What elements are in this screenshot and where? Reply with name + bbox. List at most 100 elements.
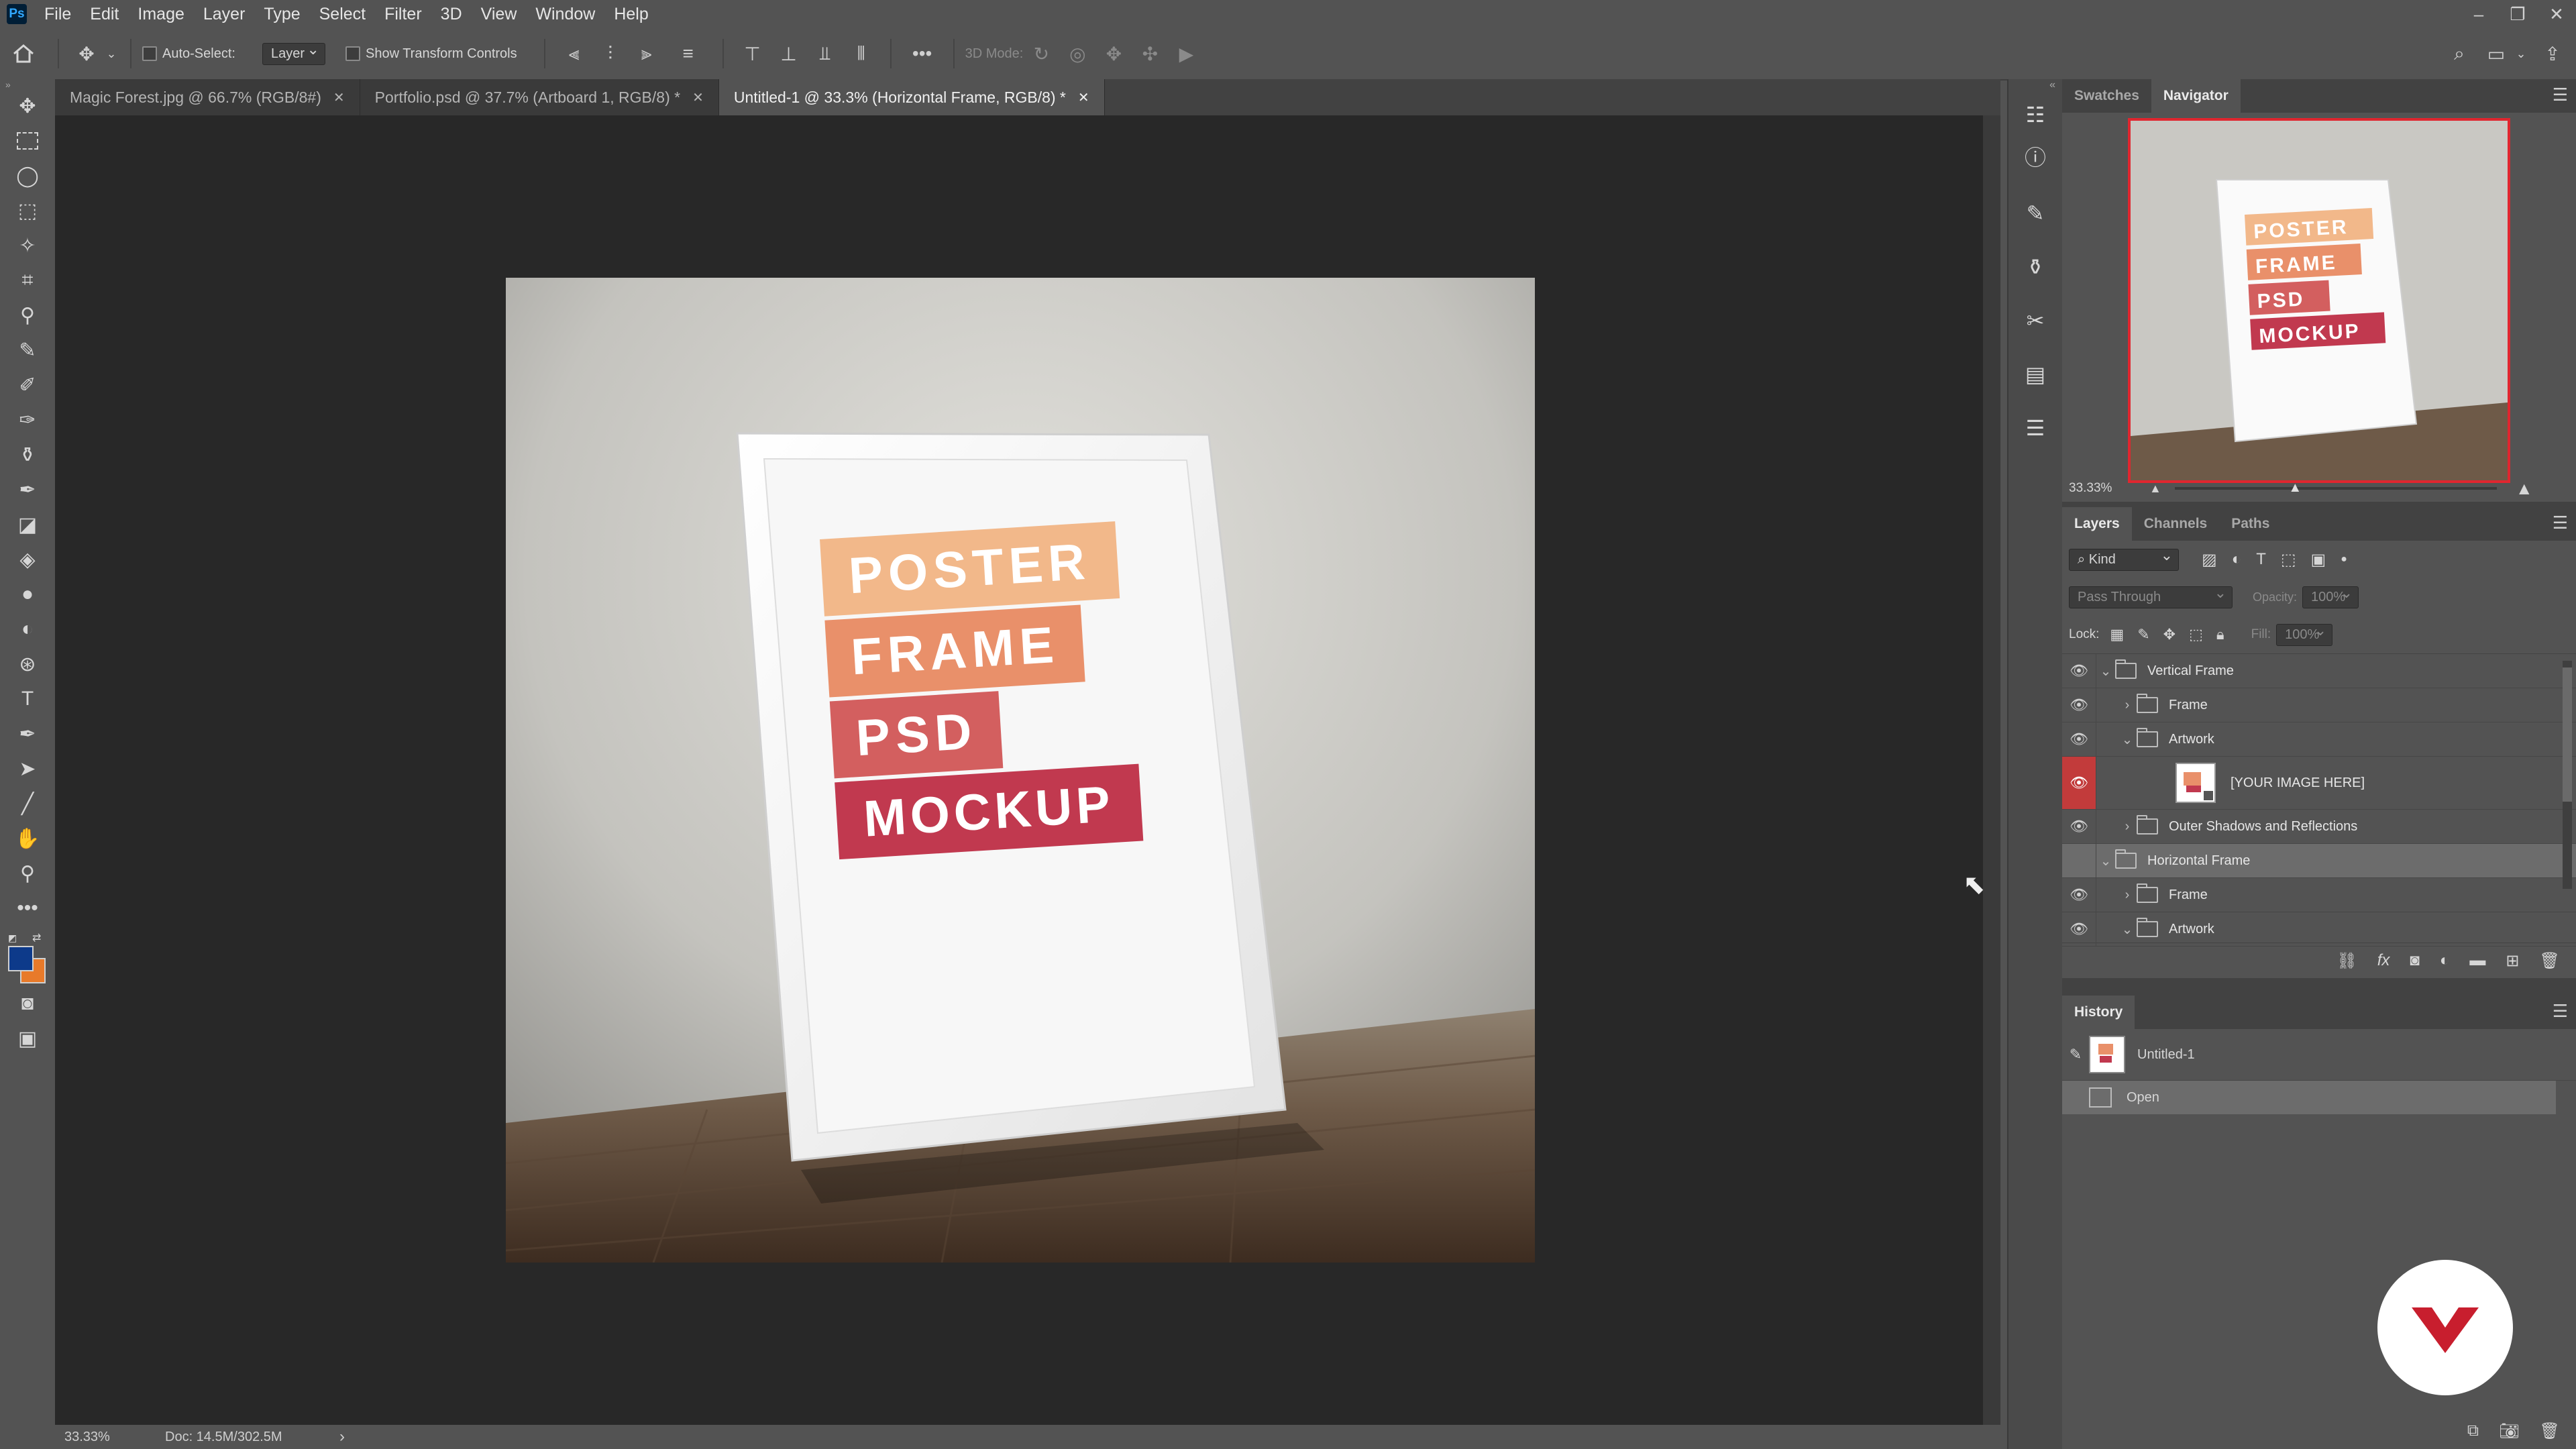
visibility-eye-icon[interactable]: 👁︎ xyxy=(2062,912,2096,946)
expand-chevron-icon[interactable]: ⌄ xyxy=(2118,731,2137,748)
add-mask-icon[interactable]: ◙ xyxy=(2410,951,2420,970)
lock-pixels-icon[interactable]: ✎ xyxy=(2137,626,2149,643)
layers-scroll-thumb[interactable] xyxy=(2563,667,2572,802)
home-icon[interactable] xyxy=(0,44,47,64)
visibility-eye-icon[interactable]: 👁︎ xyxy=(2062,722,2096,756)
fill-input[interactable]: 100% xyxy=(2276,622,2333,646)
zoom-slider-thumb[interactable]: ▲ xyxy=(2288,480,2302,496)
align-top-icon[interactable]: ⊤ xyxy=(735,43,771,65)
crop-tool-icon[interactable]: ⌗ xyxy=(0,263,55,298)
healing-brush-tool-icon[interactable]: ✎ xyxy=(0,333,55,368)
panel-menu-icon[interactable]: ☰ xyxy=(2553,513,2568,533)
menu-type[interactable]: Type xyxy=(254,5,309,24)
tab-channels[interactable]: Channels xyxy=(2132,507,2220,541)
path-select-tool-icon[interactable]: ➤ xyxy=(0,751,55,786)
workspace-icon[interactable]: ▭ xyxy=(2479,43,2513,65)
tab-history[interactable]: History xyxy=(2062,996,2135,1029)
3d-pan-icon[interactable]: ✥ xyxy=(1095,43,1132,65)
close-tab-icon[interactable]: ✕ xyxy=(692,89,704,106)
edit-toolbar-icon[interactable]: ••• xyxy=(0,891,55,926)
magic-wand-tool-icon[interactable]: ✧ xyxy=(0,228,55,263)
visibility-eye-icon[interactable]: 👁︎ xyxy=(2062,878,2096,912)
visibility-toggle-empty[interactable] xyxy=(2062,844,2096,877)
delete-state-icon[interactable]: 🗑︎ xyxy=(2540,1421,2560,1441)
menu-3d[interactable]: 3D xyxy=(431,5,472,24)
collapse-chevron-icon[interactable]: › xyxy=(2118,698,2137,713)
clone-source-icon[interactable]: ⚱ xyxy=(2008,240,2062,294)
tab-layers[interactable]: Layers xyxy=(2062,507,2132,541)
layer-row[interactable]: 👁︎ › Frame xyxy=(2062,878,2576,912)
layers-scrollbar[interactable] xyxy=(2563,661,2572,889)
status-zoom[interactable]: 33.33% xyxy=(64,1430,165,1445)
navigator-zoom-value[interactable]: 33.33% xyxy=(2069,481,2143,496)
close-tab-icon[interactable]: ✕ xyxy=(333,89,345,106)
navigator-zoom-slider[interactable]: ▲ xyxy=(2174,480,2497,495)
lock-artboard-icon[interactable]: ⬚ xyxy=(2189,626,2203,643)
delete-layer-icon[interactable]: 🗑︎ xyxy=(2540,951,2560,971)
3d-orbit-icon[interactable]: ↻ xyxy=(1023,43,1059,65)
properties-icon[interactable]: ▤ xyxy=(2008,347,2062,401)
collapse-chevron-icon[interactable]: › xyxy=(2118,819,2137,835)
panel-menu-icon[interactable]: ☰ xyxy=(2553,85,2568,105)
document-canvas[interactable]: POSTER FRAME PSD MOCKUP xyxy=(506,278,1535,1263)
zoom-tool-icon[interactable]: ⚲ xyxy=(0,856,55,891)
layer-row[interactable]: 👁︎ › Outer Shadows and Reflections xyxy=(2062,810,2576,844)
expand-chevron-icon[interactable]: ⌄ xyxy=(2096,663,2115,680)
visibility-eye-icon[interactable]: 👁︎ xyxy=(2062,810,2096,843)
align-middle-icon[interactable]: ⊥ xyxy=(771,43,807,65)
layer-row[interactable]: 👁︎ ⌄ Artwork xyxy=(2062,912,2576,947)
menu-filter[interactable]: Filter xyxy=(375,5,431,24)
filter-type-icon[interactable]: T xyxy=(2256,550,2266,569)
tool-presets-icon[interactable]: ✂ xyxy=(2008,294,2062,347)
visibility-eye-icon[interactable]: 👁︎ xyxy=(2062,688,2096,722)
expand-chevron-icon[interactable]: ⌄ xyxy=(2118,921,2137,938)
new-group-icon[interactable]: ▬ xyxy=(2469,951,2485,970)
align-right-icon[interactable]: ⫸ xyxy=(629,43,665,65)
search-icon[interactable]: ⌕ xyxy=(2439,43,2479,65)
filter-adjustment-icon[interactable]: ◐ xyxy=(2232,550,2242,569)
move-tool-icon[interactable]: ✥ xyxy=(70,43,103,65)
type-tool-icon[interactable]: T xyxy=(0,682,55,716)
quick-mask-icon[interactable]: ◙ xyxy=(0,986,55,1021)
art-brush-tool-icon[interactable]: ✒ xyxy=(0,472,55,507)
layer-filter-kind-dropdown[interactable]: ⌕ Kind xyxy=(2069,547,2179,571)
tool-preset-chevron-icon[interactable]: ⌄ xyxy=(103,47,119,61)
minimize-button[interactable]: – xyxy=(2459,4,2498,25)
history-step-row[interactable]: Open xyxy=(2062,1081,2556,1114)
opacity-input[interactable]: 100% xyxy=(2302,584,2359,608)
3d-slide-icon[interactable]: ✣ xyxy=(1132,43,1168,65)
align-bottom-icon[interactable]: ⫫ xyxy=(807,43,843,65)
link-layers-icon[interactable]: ⛓︎ xyxy=(2337,951,2357,971)
menu-help[interactable]: Help xyxy=(604,5,657,24)
brush-settings-icon[interactable]: ✎ xyxy=(2008,186,2062,240)
distribute-icon[interactable]: ≡ xyxy=(665,43,712,64)
swap-colors-icon[interactable]: ⇄ xyxy=(32,931,41,945)
collapse-strip-icon[interactable]: « xyxy=(2008,79,2062,94)
blur-tool-icon[interactable]: ● xyxy=(0,577,55,612)
layer-row[interactable]: 👁︎ › Frame xyxy=(2062,688,2576,722)
menu-image[interactable]: Image xyxy=(128,5,193,24)
layer-row[interactable]: 👁︎ ⌄ Vertical Frame xyxy=(2062,654,2576,688)
eraser-tool-icon[interactable]: ◪ xyxy=(0,507,55,542)
foreground-color-swatch[interactable] xyxy=(8,946,34,971)
tab-magic-forest[interactable]: Magic Forest.jpg @ 66.7% (RGB/8#) ✕ xyxy=(55,79,360,115)
brush-tool-icon[interactable]: ✐ xyxy=(0,368,55,402)
adjustments-icon[interactable]: ☰ xyxy=(2008,401,2062,455)
distribute-vertical-icon[interactable]: ⦀ xyxy=(843,43,879,65)
menu-view[interactable]: View xyxy=(472,5,527,24)
auto-select-target-dropdown[interactable]: Layer xyxy=(262,41,325,65)
marquee-tool-icon[interactable] xyxy=(0,123,55,158)
clone-stamp-tool-icon[interactable]: ⚱ xyxy=(0,437,55,472)
object-select-tool-icon[interactable]: ⬚ xyxy=(0,193,55,228)
eyedropper-tool-icon[interactable]: ⚲ xyxy=(0,298,55,333)
layer-row[interactable]: 👁︎ [YOUR IMAGE HERE] xyxy=(2062,757,2576,810)
status-menu-arrow[interactable]: › xyxy=(339,1428,345,1446)
3d-roll-icon[interactable]: ◎ xyxy=(1059,43,1095,65)
fx-icon[interactable]: fx xyxy=(2377,951,2390,970)
tab-paths[interactable]: Paths xyxy=(2219,507,2282,541)
blend-mode-dropdown[interactable]: Pass Through xyxy=(2069,584,2233,608)
dodge-tool-icon[interactable]: ◐ xyxy=(0,612,55,647)
visibility-eye-icon[interactable]: 👁︎ xyxy=(2062,757,2096,809)
new-document-from-state-icon[interactable]: ⧉ xyxy=(2467,1421,2479,1440)
filter-shape-icon[interactable]: ⬚ xyxy=(2281,550,2296,570)
